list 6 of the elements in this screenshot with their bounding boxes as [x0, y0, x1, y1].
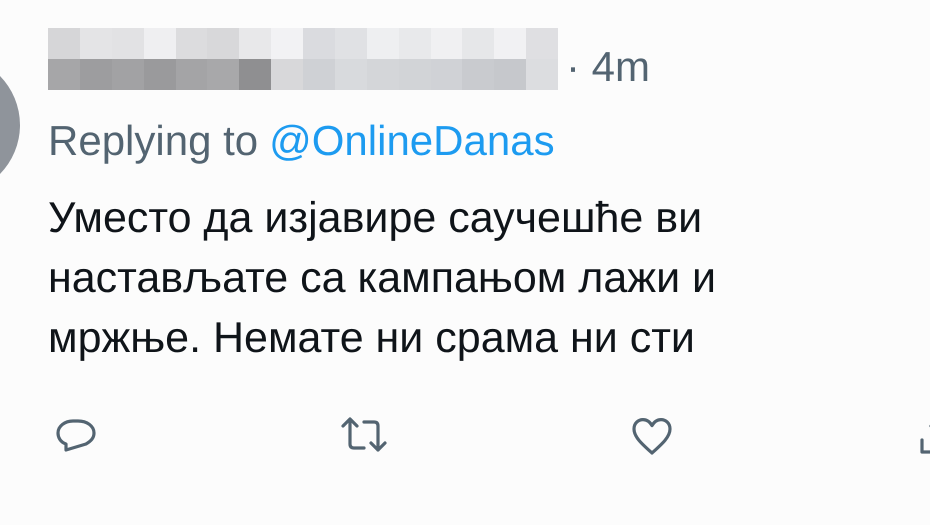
replying-label: Replying to	[48, 116, 258, 166]
tweet-text-line: настављате са кампањом лажи и	[48, 253, 718, 304]
timestamp: · 4m	[566, 46, 650, 90]
tweet-text-line: мржње. Немате ни срама ни сти	[48, 313, 696, 364]
mention-link[interactable]: @OnlineDanas	[269, 116, 555, 166]
tweet-text-line: Уместо да изјавире саучешће ви	[48, 193, 704, 244]
